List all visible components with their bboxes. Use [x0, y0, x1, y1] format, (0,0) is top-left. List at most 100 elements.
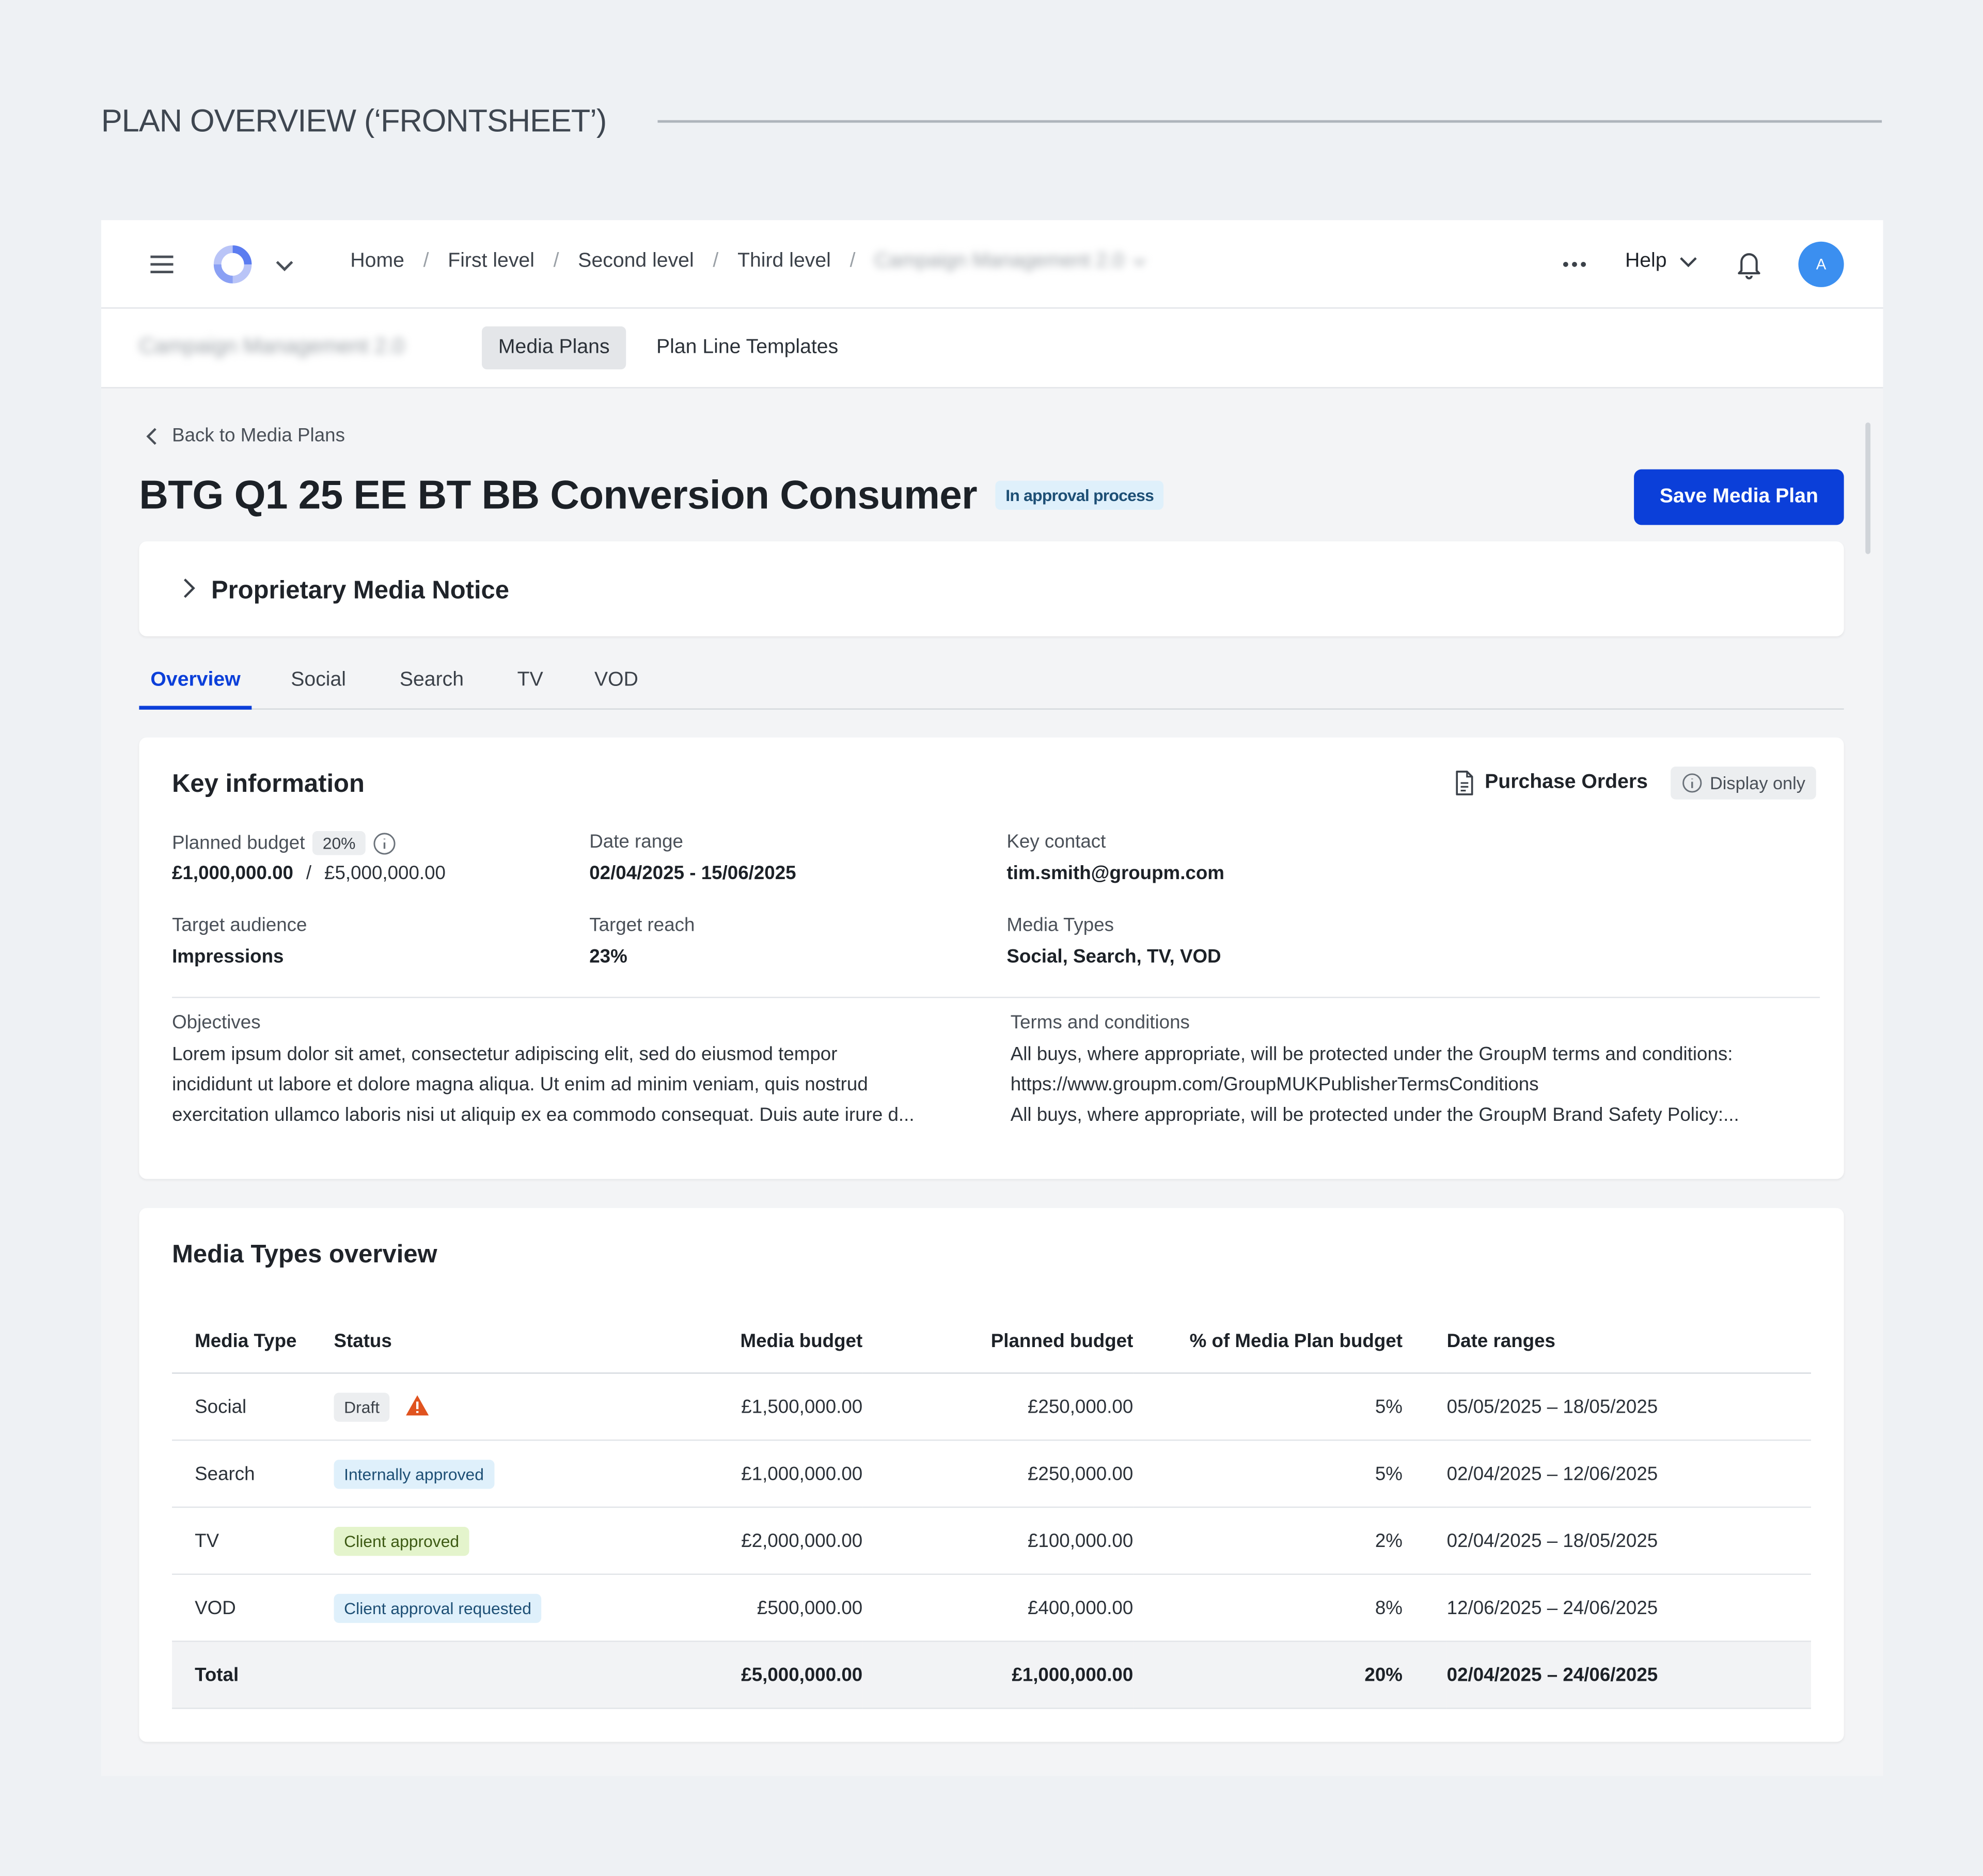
- help-label: Help: [1625, 250, 1667, 272]
- breadcrumb-third-level[interactable]: Third level: [737, 251, 831, 273]
- media-type-cell: Search: [172, 1440, 334, 1508]
- warning-icon[interactable]: [405, 1394, 431, 1416]
- document-icon: [1454, 770, 1474, 795]
- date-ranges-cell: 02/04/2025 – 12/06/2025: [1446, 1440, 1811, 1508]
- app-window: Home / First level / Second level / Thir…: [101, 220, 1883, 1776]
- planned-budget-value-row: £1,000,000.00 / £5,000,000.00: [172, 863, 446, 884]
- date-ranges-cell: 05/05/2025 – 18/05/2025: [1446, 1373, 1811, 1441]
- app-name: Campaign Management 2.0: [139, 334, 405, 358]
- page-title-text: BTG Q1 25 EE BT BB Conversion Consumer: [139, 472, 977, 518]
- planned-budget-label-row: Planned budget 20%: [172, 831, 396, 855]
- breadcrumb-chevron-down-icon[interactable]: [1131, 254, 1146, 269]
- status-badge-draft: Draft: [334, 1392, 390, 1421]
- status-cell: Client approval requested: [334, 1574, 559, 1642]
- table-header-row: Media Type Status Media budget Planned b…: [172, 1309, 1811, 1374]
- tab-tv[interactable]: TV: [517, 669, 543, 692]
- chevron-right-icon: [180, 577, 197, 600]
- section-heading: PLAN OVERVIEW (‘FRONTSHEET’): [101, 103, 607, 139]
- tab-vod[interactable]: VOD: [594, 669, 638, 692]
- planned-budget-cell: £250,000.00: [862, 1440, 1134, 1508]
- save-media-plan-button[interactable]: Save Media Plan: [1634, 469, 1844, 525]
- media-budget-cell: £1,000,000.00: [559, 1440, 863, 1508]
- objectives-label: Objectives: [172, 1012, 261, 1034]
- table-total-row: Total £5,000,000.00 £1,000,000.00 20% 02…: [172, 1641, 1811, 1709]
- media-types-overview-card: Media Types overview Media Type Status M…: [139, 1208, 1844, 1742]
- terms-label: Terms and conditions: [1010, 1012, 1190, 1034]
- media-types-table: Media Type Status Media budget Planned b…: [172, 1309, 1811, 1709]
- display-only-label: Display only: [1710, 773, 1805, 793]
- table-row[interactable]: TV Client approved £2,000,000.00 £100,00…: [172, 1507, 1811, 1575]
- planned-budget-cell: £250,000.00: [862, 1373, 1134, 1441]
- bell-icon[interactable]: [1735, 249, 1763, 279]
- planned-budget-separator: /: [306, 863, 312, 884]
- total-planned-budget-cell: £1,000,000.00: [862, 1641, 1134, 1709]
- sub-nav-bar: Campaign Management 2.0 Media Plans Plan…: [101, 308, 1883, 388]
- info-icon: [1682, 773, 1702, 793]
- terms-line: https://www.groupm.com/GroupMUKPublisher…: [1010, 1074, 1539, 1096]
- top-bar: Home / First level / Second level / Thir…: [101, 220, 1883, 309]
- column-header: Status: [334, 1309, 559, 1374]
- objectives-line: incididunt ut labore et dolore magna ali…: [172, 1074, 868, 1096]
- app-logo-icon[interactable]: [210, 242, 256, 287]
- date-range-value: 02/04/2025 - 15/06/2025: [589, 863, 796, 884]
- date-range-label: Date range: [589, 831, 683, 853]
- chevron-left-icon: [144, 426, 159, 446]
- breadcrumb-current[interactable]: Campaign Management 2.0: [874, 251, 1124, 273]
- status-badge-client-approved: Client approved: [334, 1526, 469, 1556]
- back-link[interactable]: Back to Media Plans: [144, 425, 345, 446]
- breadcrumb-home[interactable]: Home: [350, 251, 404, 273]
- total-pct-cell: 20%: [1133, 1641, 1403, 1709]
- pct-cell: 8%: [1133, 1574, 1403, 1642]
- status-badge-client-approval-requested: Client approval requested: [334, 1593, 542, 1622]
- section-rule: [657, 120, 1882, 123]
- table-row[interactable]: Search Internally approved £1,000,000.00…: [172, 1440, 1811, 1508]
- column-header: Media budget: [559, 1309, 863, 1374]
- breadcrumb-second-level[interactable]: Second level: [578, 251, 694, 273]
- column-header: Planned budget: [862, 1309, 1134, 1374]
- planned-budget-cell: £400,000.00: [862, 1574, 1134, 1642]
- media-tabs: Overview Social Search TV VOD: [139, 667, 1844, 710]
- tab-search[interactable]: Search: [400, 669, 464, 692]
- terms-text: All buys, where appropriate, will be pro…: [1011, 1040, 1815, 1131]
- key-information-card: Key information Purchase Orders Display …: [139, 737, 1844, 1179]
- purchase-orders-button[interactable]: Purchase Orders: [1454, 770, 1648, 795]
- menu-icon[interactable]: [148, 251, 176, 278]
- terms-line: All buys, where appropriate, will be pro…: [1010, 1043, 1733, 1066]
- key-info-divider: [172, 996, 1820, 998]
- table-row[interactable]: Social Draft £1,500,000.00 £250,000.00 5…: [172, 1373, 1811, 1441]
- media-types-label: Media Types: [1006, 914, 1114, 936]
- planned-budget-value: £1,000,000.00: [172, 863, 294, 884]
- status-badge-internally-approved: Internally approved: [334, 1459, 494, 1489]
- tab-overview[interactable]: Overview: [150, 669, 240, 692]
- proprietary-media-notice[interactable]: Proprietary Media Notice: [139, 541, 1844, 636]
- media-type-cell: Social: [172, 1373, 334, 1441]
- column-header: % of Media Plan budget: [1133, 1309, 1403, 1374]
- more-icon[interactable]: [1560, 252, 1590, 277]
- table-row[interactable]: VOD Client approval requested £500,000.0…: [172, 1574, 1811, 1642]
- target-reach-label: Target reach: [589, 914, 695, 936]
- media-budget-cell: £1,500,000.00: [559, 1373, 863, 1441]
- tab-social[interactable]: Social: [291, 669, 346, 692]
- media-type-cell: TV: [172, 1507, 334, 1575]
- status-cell: Internally approved: [334, 1440, 559, 1508]
- target-audience-value: Impressions: [172, 946, 284, 968]
- media-budget-cell: £500,000.00: [559, 1574, 863, 1642]
- planned-budget-label: Planned budget: [172, 832, 305, 854]
- subtab-plan-line-templates[interactable]: Plan Line Templates: [640, 326, 855, 369]
- notice-title: Proprietary Media Notice: [211, 576, 510, 605]
- media-type-cell: VOD: [172, 1574, 334, 1642]
- subtab-media-plans[interactable]: Media Plans: [482, 326, 626, 370]
- planned-budget-info-icon[interactable]: [373, 832, 396, 854]
- key-contact-label: Key contact: [1006, 831, 1106, 853]
- target-audience-label: Target audience: [172, 914, 307, 936]
- app-switcher-chevron-icon[interactable]: [273, 254, 296, 277]
- help-menu[interactable]: Help: [1625, 251, 1699, 273]
- breadcrumb-first-level[interactable]: First level: [448, 251, 534, 273]
- scrollbar-thumb[interactable]: [1865, 422, 1871, 554]
- help-chevron-down-icon: [1677, 251, 1699, 273]
- avatar[interactable]: A: [1798, 241, 1844, 287]
- planned-budget-pct-badge: 20%: [312, 831, 366, 855]
- media-budget-cell: £2,000,000.00: [559, 1507, 863, 1575]
- key-contact-value: tim.smith@groupm.com: [1006, 863, 1224, 884]
- objectives-line: exercitation ullamco laboris nisi ut ali…: [172, 1104, 915, 1126]
